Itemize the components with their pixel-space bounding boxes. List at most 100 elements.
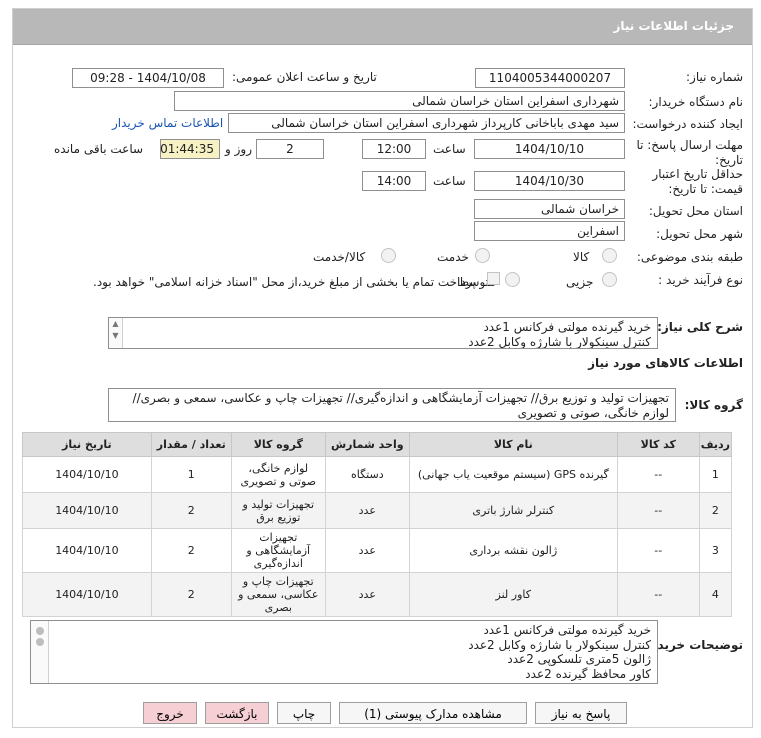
validity-date-field: 1404/10/30 (474, 171, 625, 191)
creator-field: سید مهدی باباخانی کارپرداز شهرداری اسفرا… (228, 113, 625, 133)
cell-group-line: تجهیزات تولید و (242, 497, 315, 511)
cell-group-line: آزمایشگاهی و (246, 544, 311, 557)
buyer-notes-line: ژالون 5متری تلسکوپی 2عدد (507, 652, 651, 666)
table-row: 4 -- کاور لنز عدد تجهیزات چاپ و عکاسی، سم… (22, 572, 733, 617)
category-goods-radio[interactable] (602, 248, 617, 263)
province-label: استان محل تحویل: (648, 204, 743, 218)
col-row-header: ردیف (698, 432, 733, 457)
cell-group: تجهیزات آزمایشگاهی و اندازه‌گیری (230, 528, 326, 573)
remaining-days-field: 2 (256, 139, 324, 159)
summary-label: شرح کلی نیاز: (657, 320, 743, 334)
announce-date-field: 1404/10/08 - 09:28 (72, 68, 224, 88)
buyer-notes-textarea[interactable]: خرید گیرنده مولتی فرکانس 1عدد کنترل سینک… (30, 620, 658, 684)
cell-name: ژالون نقشه برداری (408, 528, 618, 573)
cell-group-line: لوازم خانگی، (248, 461, 309, 475)
buyer-notes-line: کنترل سینکولار با شارژه وکابل 2عدد (468, 637, 651, 652)
cell-date: 1404/10/10 (22, 456, 152, 493)
cell-name: کنترلر شارژ باتری (408, 492, 618, 529)
cell-code: -- (616, 492, 700, 529)
cell-group-line: تجهیزات (259, 531, 298, 544)
cell-group-line: اندازه‌گیری (253, 557, 303, 570)
treasury-payment-checkbox[interactable] (487, 272, 500, 285)
validity-time-label: ساعت (433, 174, 466, 188)
summary-line: خرید گیرنده مولتی فرکانس 1عدد (483, 320, 651, 334)
goods-section-title: اطلاعات کالاهای مورد نیاز (588, 356, 743, 370)
cell-group: تجهیزات چاپ و عکاسی، سمعی و بصری (230, 572, 326, 617)
col-name-header: نام کالا (408, 432, 618, 457)
province-field: خراسان شمالی (474, 199, 625, 219)
category-goods-service-radio[interactable] (381, 248, 396, 263)
city-field: اسفراین (474, 221, 625, 241)
goods-group-label: گروه کالا: (684, 398, 743, 412)
buyer-notes-line: خرید گیرنده مولتی فرکانس 1عدد (483, 623, 651, 637)
cell-group-line: صوتی و تصویری (240, 474, 317, 488)
buyer-org-field: شهرداری اسفراین استان خراسان شمالی (174, 91, 625, 111)
category-label: طبقه بندی موضوعی: (636, 250, 743, 264)
back-button[interactable]: بازگشت (205, 702, 269, 724)
cell-row: 4 (698, 572, 733, 617)
reply-time-field: 12:00 (362, 139, 426, 159)
scroll-up-icon[interactable] (35, 627, 44, 635)
cell-name: گیرنده GPS (سیستم موقعیت یاب جهانی) (408, 456, 618, 493)
scroll-down-icon[interactable]: ▼ (109, 330, 122, 342)
table-row: 1 -- گیرنده GPS (سیستم موقعیت یاب جهانی)… (22, 456, 733, 493)
days-label: روز و (225, 142, 252, 156)
category-goods-service-label: کالا/خدمت (313, 250, 366, 264)
category-service-radio[interactable] (475, 248, 490, 263)
cell-group: تجهیزات تولید و توزیع برق (230, 492, 326, 529)
cell-row: 2 (698, 492, 733, 529)
cell-date: 1404/10/10 (22, 572, 152, 617)
cell-group-line: توزیع برق (256, 510, 301, 524)
exit-button[interactable]: خروج (143, 702, 197, 724)
process-minor-radio[interactable] (602, 272, 617, 287)
col-code-header: کد کالا (616, 432, 700, 457)
validity-time-field: 14:00 (362, 171, 426, 191)
scroll-down-icon[interactable] (35, 638, 44, 646)
cell-code: -- (616, 528, 700, 573)
buyer-org-label: نام دستگاه خریدار: (648, 95, 744, 109)
cell-date: 1404/10/10 (22, 528, 152, 573)
cell-qty: 2 (150, 492, 232, 529)
need-number-label: شماره نیاز: (686, 70, 743, 84)
table-row: 3 -- ژالون نقشه برداری عدد تجهیزات آزمایش… (22, 528, 733, 573)
reply-deadline-label: مهلت ارسال پاسخ: تا (636, 138, 743, 152)
category-service-label: خدمت (437, 250, 469, 264)
treasury-payment-note: پرداخت تمام یا بخشی از مبلغ خرید،از محل … (93, 275, 476, 289)
buyer-notes-line: کاور محافظ گیرنده 2عدد (525, 666, 651, 681)
scroll-up-icon[interactable]: ▲ (109, 318, 122, 330)
cell-group-line: بصری (264, 601, 292, 614)
cell-name: کاور لنز (408, 572, 618, 617)
buyer-contact-link[interactable]: اطلاعات تماس خریدار (112, 116, 223, 130)
goods-group-field: تجهیزات تولید و توزیع برق// تجهیزات آزما… (108, 388, 676, 422)
reply-deadline-label-2: تاریخ: (715, 153, 743, 167)
summary-line: کنترل سینکولار با شارژه وکابل 2عدد (468, 335, 651, 349)
buyer-notes-scrollbar[interactable] (31, 621, 49, 683)
cell-qty: 2 (150, 572, 232, 617)
process-type-label: نوع فرآیند خرید : (658, 273, 743, 287)
items-table: ردیف کد کالا نام کالا واحد شمارش گروه کا… (22, 432, 733, 617)
cell-group: لوازم خانگی، صوتی و تصویری (230, 456, 326, 493)
reply-button[interactable]: پاسخ به نیاز (535, 702, 627, 724)
col-unit-header: واحد شمارش (324, 432, 410, 457)
cell-unit: دستگاه (324, 456, 410, 493)
summary-scrollbar[interactable]: ▲ ▼ (109, 318, 123, 348)
col-date-header: تاریخ نیاز (22, 432, 152, 457)
remaining-time-field: 01:44:35 (160, 139, 220, 159)
creator-label: ایجاد کننده درخواست: (632, 117, 743, 131)
process-medium-radio[interactable] (505, 272, 520, 287)
city-label: شهر محل تحویل: (656, 227, 743, 241)
goods-group-line: لوازم خانگی، صوتی و تصویری (517, 406, 669, 420)
print-button[interactable]: چاپ (277, 702, 331, 724)
view-attachments-button[interactable]: مشاهده مدارک پیوستی (1) (339, 702, 527, 724)
summary-textarea[interactable]: ▲ ▼ خرید گیرنده مولتی فرکانس 1عدد کنترل … (108, 317, 658, 349)
cell-qty: 2 (150, 528, 232, 573)
panel-header: جزئیات اطلاعات نیاز (13, 9, 752, 45)
validity-label-2: قیمت: تا تاریخ: (668, 182, 743, 196)
validity-label: حداقل تاریخ اعتبار (652, 167, 743, 181)
cell-unit: عدد (324, 528, 410, 573)
cell-row: 1 (698, 456, 733, 493)
table-row: 2 -- کنترلر شارژ باتری عدد تجهیزات تولید… (22, 492, 733, 529)
table-header-row: ردیف کد کالا نام کالا واحد شمارش گروه کا… (22, 432, 733, 457)
cell-group-line: عکاسی، سمعی و (238, 588, 319, 601)
cell-unit: عدد (324, 492, 410, 529)
